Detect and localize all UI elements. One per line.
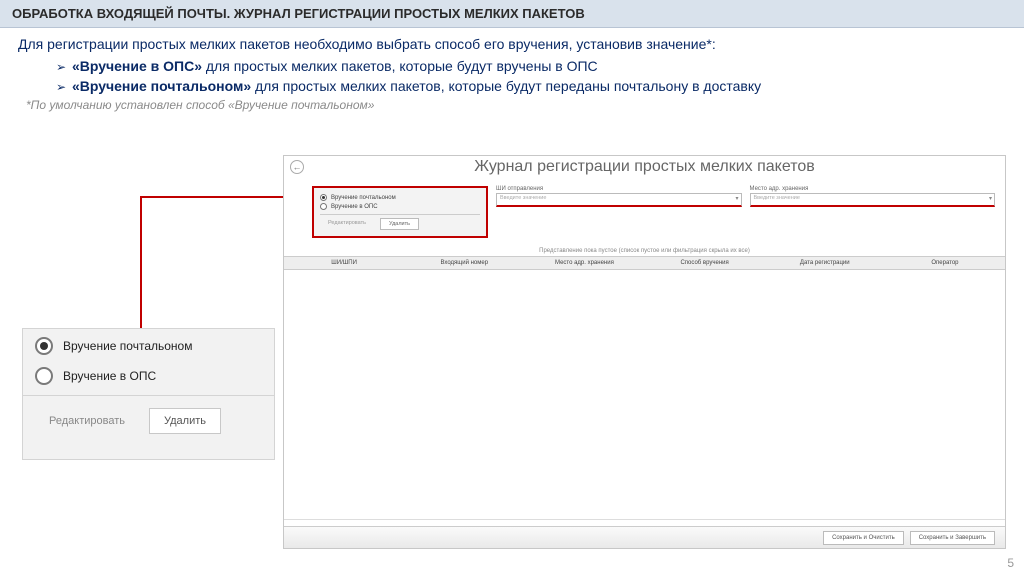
mini-radio-1-label: Вручение почтальоном: [331, 195, 396, 201]
field-shi-label: ШИ отправления: [496, 186, 742, 192]
edit-button[interactable]: Редактировать: [35, 408, 139, 434]
mini-button-row: Редактировать Удалить: [320, 214, 480, 230]
col-operator[interactable]: Оператор: [885, 260, 1005, 266]
detail-radio-2[interactable]: Вручение в ОПС: [23, 359, 274, 389]
page-number: 5: [1007, 556, 1014, 570]
dropdown-icon[interactable]: ▾: [735, 195, 738, 202]
mini-radio-2-label: Вручение в ОПС: [331, 204, 378, 210]
detail-radio-2-label: Вручение в ОПС: [63, 369, 156, 383]
col-incoming[interactable]: Входящий номер: [404, 260, 524, 266]
app-title: Журнал регистрации простых мелких пакето…: [284, 156, 1005, 182]
app-top-row: Вручение почтальоном Вручение в ОПС Реда…: [284, 182, 1005, 244]
back-button[interactable]: ←: [290, 160, 304, 174]
mini-edit-button[interactable]: Редактировать: [320, 218, 374, 230]
field-shi-input[interactable]: Введите значение ▾: [496, 193, 742, 207]
app-window: ← Журнал регистрации простых мелких паке…: [283, 155, 1006, 549]
content-area: Для регистрации простых мелких пакетов н…: [0, 28, 1024, 112]
mini-radio-2[interactable]: Вручение в ОПС: [320, 203, 480, 210]
save-clear-button[interactable]: Сохранить и Очистить: [823, 531, 904, 545]
footnote: *По умолчанию установлен способ «Вручени…: [26, 98, 1006, 112]
bullet-glyph: ➢: [56, 60, 66, 74]
detail-panel: Вручение почтальоном Вручение в ОПС Реда…: [22, 328, 275, 460]
bullet-2-rest: для простых мелких пакетов, которые буду…: [251, 78, 761, 94]
slide-header: ОБРАБОТКА ВХОДЯЩЕЙ ПОЧТЫ. ЖУРНАЛ РЕГИСТР…: [0, 0, 1024, 28]
field-storage-label: Место адр. хранения: [750, 186, 996, 192]
radio-empty-icon[interactable]: [320, 203, 327, 210]
detail-radio-1-label: Вручение почтальоном: [63, 339, 192, 353]
connector-vertical: [140, 196, 142, 328]
bullet-1: ➢ «Вручение в ОПС» для простых мелких па…: [56, 58, 1006, 74]
bullet-2: ➢ «Вручение почтальоном» для простых мел…: [56, 78, 1006, 94]
save-finish-button[interactable]: Сохранить и Завершить: [910, 531, 995, 545]
bullet-glyph: ➢: [56, 80, 66, 94]
field-shi: ШИ отправления Введите значение ▾: [496, 186, 742, 207]
grid-empty-hint: Представление пока пустое (список пустое…: [284, 248, 1005, 254]
field-storage-input[interactable]: Введите значение ▾: [750, 193, 996, 207]
app-footer: Сохранить и Очистить Сохранить и Заверши…: [284, 526, 1005, 548]
mini-delivery-panel: Вручение почтальоном Вручение в ОПС Реда…: [312, 186, 488, 238]
mini-delete-button[interactable]: Удалить: [380, 218, 419, 230]
col-shi[interactable]: ШИ/ШПИ: [284, 260, 404, 266]
field-shi-placeholder: Введите значение: [500, 195, 546, 201]
col-delivery[interactable]: Способ вручения: [645, 260, 765, 266]
connector-horizontal: [140, 196, 291, 198]
field-storage-placeholder: Введите значение: [754, 195, 800, 201]
field-storage: Место адр. хранения Введите значение ▾: [750, 186, 996, 207]
radio-empty-icon[interactable]: [35, 367, 53, 385]
radio-checked-icon[interactable]: [320, 194, 327, 201]
radio-checked-icon[interactable]: [35, 337, 53, 355]
col-storage[interactable]: Место адр. хранения: [524, 260, 644, 266]
detail-button-row: Редактировать Удалить: [23, 395, 274, 448]
dropdown-icon[interactable]: ▾: [989, 195, 992, 202]
bullet-1-term: «Вручение в ОПС»: [72, 58, 202, 74]
bullet-2-term: «Вручение почтальоном»: [72, 78, 251, 94]
detail-radio-1[interactable]: Вручение почтальоном: [23, 329, 274, 359]
mini-radio-1[interactable]: Вручение почтальоном: [320, 194, 480, 201]
grid-header: ШИ/ШПИ Входящий номер Место адр. хранени…: [284, 256, 1005, 270]
bullet-1-rest: для простых мелких пакетов, которые буду…: [202, 58, 598, 74]
delete-button[interactable]: Удалить: [149, 408, 221, 434]
grid-body: [284, 270, 1005, 520]
col-date[interactable]: Дата регистрации: [765, 260, 885, 266]
intro-text: Для регистрации простых мелких пакетов н…: [18, 36, 1006, 52]
